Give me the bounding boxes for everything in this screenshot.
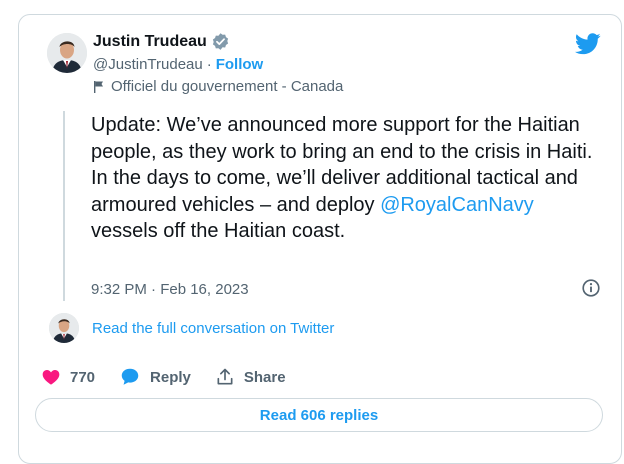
thread-connector-line (63, 111, 65, 301)
share-button[interactable]: Share (215, 367, 286, 387)
author-name-row: Justin Trudeau (93, 32, 230, 51)
follow-button[interactable]: Follow (216, 56, 264, 73)
read-conversation-link[interactable]: Read the full conversation on Twitter (92, 320, 334, 337)
read-replies-button[interactable]: Read 606 replies (35, 398, 603, 432)
author-avatar[interactable] (47, 33, 87, 73)
separator-dot: · (206, 56, 212, 73)
author-handle-row: @JustinTrudeau · Follow (93, 56, 263, 73)
mention-link[interactable]: @RoyalCanNavy (380, 194, 534, 216)
twitter-bird-icon[interactable] (574, 33, 601, 55)
affiliation-text: Officiel du gouvernement - Canada (111, 78, 344, 95)
thread-avatar[interactable] (49, 313, 79, 343)
flag-icon (93, 80, 105, 94)
reply-label: Reply (150, 368, 191, 386)
affiliation-label: Officiel du gouvernement - Canada (93, 78, 343, 95)
verified-badge-icon (211, 32, 230, 51)
reply-button[interactable]: Reply (119, 366, 191, 388)
share-label: Share (243, 368, 286, 386)
info-icon[interactable] (580, 277, 602, 299)
embedded-tweet-card: Justin Trudeau @JustinTrudeau · Follow O… (18, 14, 622, 464)
action-bar: 770 Reply Share (41, 366, 310, 388)
author-handle[interactable]: @JustinTrudeau (93, 56, 203, 73)
tweet-timestamp[interactable]: 9:32 PM · Feb 16, 2023 (91, 281, 249, 298)
tweet-text: Update: We’ve announced more support for… (91, 112, 601, 245)
share-upload-icon (215, 367, 235, 387)
read-replies-label: Read 606 replies (259, 406, 379, 424)
like-button[interactable]: 770 (41, 367, 95, 387)
heart-icon (41, 367, 61, 387)
like-count: 770 (70, 368, 96, 386)
speech-bubble-icon (119, 366, 141, 388)
author-name[interactable]: Justin Trudeau (93, 33, 207, 51)
